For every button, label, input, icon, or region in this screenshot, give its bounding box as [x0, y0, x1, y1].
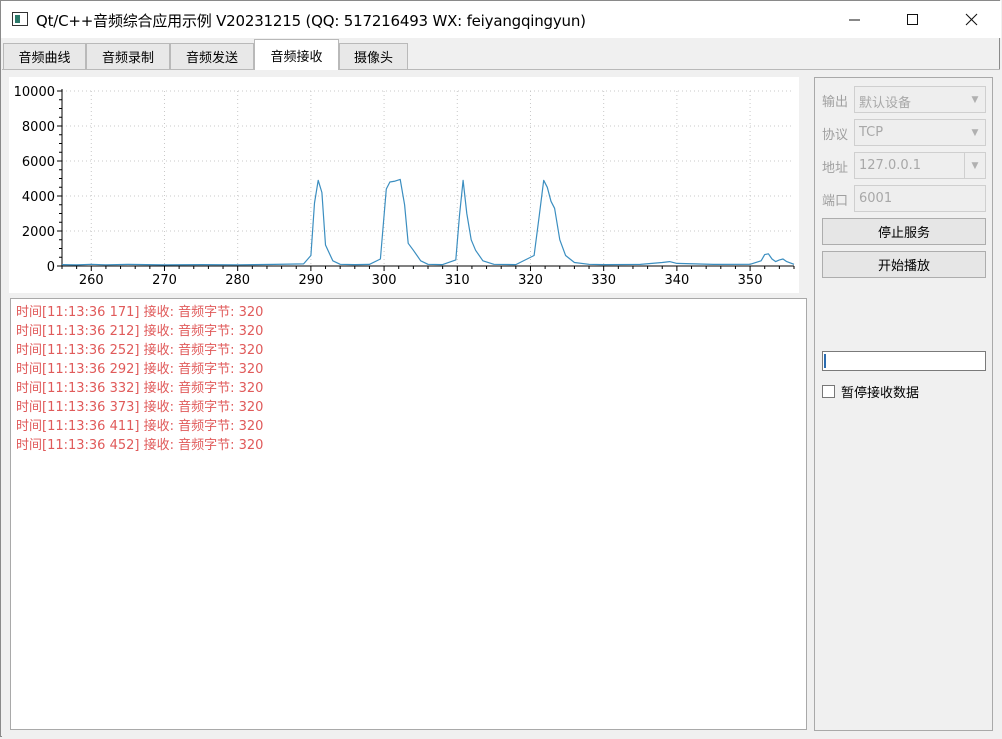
tab-camera[interactable]: 摄像头: [339, 43, 408, 69]
progress-fill: [824, 354, 826, 368]
pause-receive-checkbox[interactable]: [822, 384, 835, 398]
tab-label: 音频接收: [270, 49, 323, 65]
address-label: 地址: [822, 161, 849, 176]
log-line: 时间[11:13:36 292] 接收: 音频字节: 320: [16, 362, 264, 377]
protocol-label: 协议: [822, 128, 849, 143]
volume-progress-bar: [822, 351, 986, 371]
tab-label: 音频录制: [101, 51, 154, 66]
minimize-button[interactable]: [826, 1, 884, 38]
window-title: Qt/C++音频综合应用示例 V20231215 (QQ: 517216493 …: [36, 12, 586, 30]
x-tick-label: 260: [79, 273, 104, 288]
log-line: 时间[11:13:36 171] 接收: 音频字节: 320: [16, 305, 264, 320]
address-combo[interactable]: 127.0.0.1 ▼: [854, 152, 986, 179]
waveform-series-line: [61, 178, 795, 266]
chevron-down-icon: ▼: [971, 127, 979, 138]
port-value: 6001: [859, 191, 893, 206]
y-tick-label: 8000: [22, 120, 55, 135]
log-line: 时间[11:13:36 452] 接收: 音频字节: 320: [16, 438, 264, 453]
app-icon: [12, 12, 28, 26]
port-label: 端口: [822, 194, 849, 209]
y-tick-label: 6000: [22, 155, 55, 170]
title-bar: Qt/C++音频综合应用示例 V20231215 (QQ: 517216493 …: [1, 1, 1001, 38]
audio-waveform-chart: 0 2000 4000 6000 8000 10000 260 270 280 290 300 310…: [9, 77, 799, 293]
tab-pane-receive: 0 2000 4000 6000 8000 10000 260 270 280 290 300 310…: [2, 69, 1000, 737]
tab-bar: 音频曲线 音频录制 音频发送 音频接收 摄像头: [1, 39, 1001, 70]
y-tick-label: 0: [47, 260, 55, 275]
tab-audio-record[interactable]: 音频录制: [86, 43, 170, 69]
port-row: 端口 6001: [822, 185, 987, 212]
maximize-icon: [907, 13, 918, 25]
tab-audio-receive[interactable]: 音频接收: [254, 39, 339, 70]
log-line: 时间[11:13:36 411] 接收: 音频字节: 320: [16, 419, 264, 434]
chart-canvas: 0 2000 4000 6000 8000 10000 260 270 280 290 300 310…: [14, 85, 795, 288]
y-tick-label: 2000: [22, 225, 55, 240]
protocol-row: 协议 TCP ▼: [822, 119, 987, 146]
y-tick-label: 10000: [14, 85, 55, 100]
x-tick-label: 310: [445, 273, 470, 288]
output-device-value: 默认设备: [859, 96, 912, 111]
tab-audio-curve[interactable]: 音频曲线: [3, 43, 86, 69]
output-label: 输出: [822, 95, 849, 110]
log-line: 时间[11:13:36 212] 接收: 音频字节: 320: [16, 324, 264, 339]
y-tick-label: 4000: [22, 190, 55, 205]
tab-label: 摄像头: [353, 51, 393, 66]
x-tick-label: 350: [738, 273, 763, 288]
stop-service-button[interactable]: 停止服务: [822, 218, 986, 245]
x-tick-label: 280: [225, 273, 250, 288]
control-panel: 输出 默认设备 ▼ 协议 TCP ▼ 地址 127.0.0.1 ▼ 端口 600…: [814, 77, 993, 731]
close-icon: [965, 13, 977, 26]
chevron-down-icon: ▼: [964, 153, 985, 178]
tab-label: 音频发送: [185, 51, 238, 66]
tab-label: 音频曲线: [18, 51, 71, 66]
log-line: 时间[11:13:36 252] 接收: 音频字节: 320: [16, 343, 264, 358]
log-line: 时间[11:13:36 332] 接收: 音频字节: 320: [16, 381, 264, 396]
output-row: 输出 默认设备 ▼: [822, 86, 987, 113]
close-button[interactable]: [942, 1, 1000, 38]
x-tick-label: 330: [591, 273, 616, 288]
x-tick-label: 340: [664, 273, 689, 288]
port-field[interactable]: 6001: [854, 185, 986, 212]
x-tick-label: 300: [372, 273, 397, 288]
output-device-select[interactable]: 默认设备 ▼: [854, 86, 986, 113]
x-tick-label: 290: [298, 273, 323, 288]
address-value: 127.0.0.1: [859, 158, 922, 173]
chevron-down-icon: ▼: [971, 94, 979, 105]
pause-receive-label: 暂停接收数据: [841, 385, 920, 401]
maximize-button[interactable]: [884, 1, 942, 38]
protocol-select[interactable]: TCP ▼: [854, 119, 986, 146]
receive-log[interactable]: 时间[11:13:36 171] 接收: 音频字节: 320 时间[11:13:3…: [10, 298, 807, 730]
log-line: 时间[11:13:36 373] 接收: 音频字节: 320: [16, 400, 264, 415]
pause-receive-row[interactable]: 暂停接收数据: [822, 382, 920, 401]
start-play-button[interactable]: 开始播放: [822, 251, 986, 278]
minimize-icon: [849, 19, 860, 20]
main-window: Qt/C++音频综合应用示例 V20231215 (QQ: 517216493 …: [0, 0, 1001, 737]
x-tick-label: 270: [152, 273, 177, 288]
x-tick-label: 320: [518, 273, 543, 288]
protocol-value: TCP: [859, 125, 884, 140]
address-row: 地址 127.0.0.1 ▼: [822, 152, 987, 179]
tab-audio-send[interactable]: 音频发送: [170, 43, 254, 69]
